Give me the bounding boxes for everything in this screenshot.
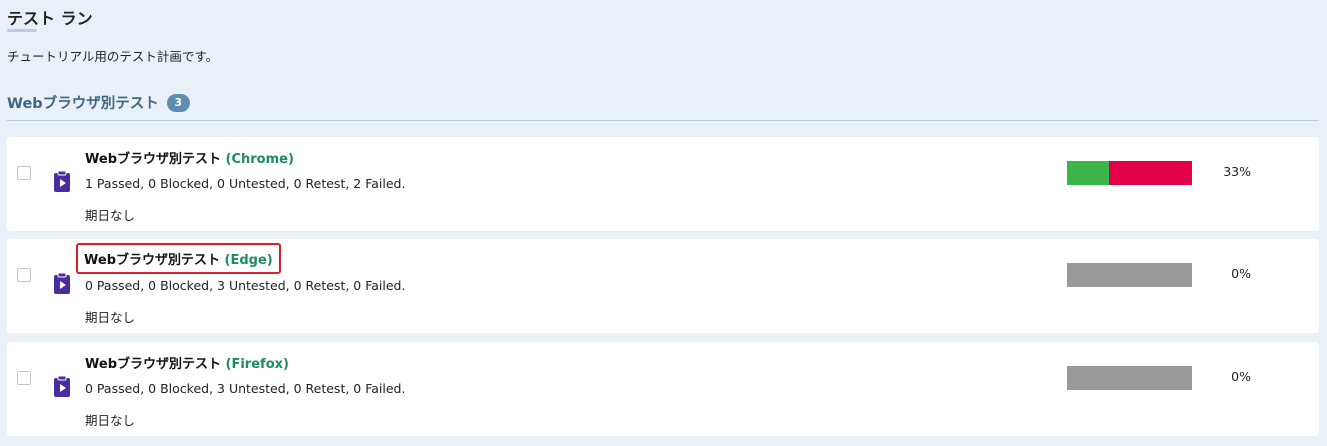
page-title: テスト ラン — [7, 9, 93, 28]
progress-segment-untested — [1067, 263, 1192, 287]
run-name-prefix: Webブラウザ別テスト — [85, 357, 221, 372]
run-card: Webブラウザ別テスト (Edge) 0 Passed, 0 Blocked, … — [7, 239, 1319, 333]
progress-segment-untested — [1067, 366, 1192, 390]
progress-segment-passed — [1067, 161, 1109, 185]
run-progress-percent: 33% — [1223, 164, 1251, 179]
run-checkbox[interactable] — [17, 268, 31, 282]
run-browser: (Firefox) — [225, 357, 289, 372]
run-due-date: 期日なし — [85, 310, 136, 325]
run-progress-percent: 0% — [1231, 266, 1251, 281]
group-divider — [7, 120, 1319, 121]
progress-segment-failed — [1108, 161, 1192, 185]
plan-description: チュートリアル用のテスト計画です。 — [7, 49, 219, 64]
run-progress-bar — [1067, 263, 1192, 287]
run-checkbox[interactable] — [17, 166, 31, 180]
run-progress-bar — [1067, 161, 1192, 185]
group-count-badge: 3 — [166, 93, 190, 112]
test-run-icon — [54, 272, 70, 294]
run-due-date: 期日なし — [85, 413, 136, 428]
run-checkbox[interactable] — [17, 371, 31, 385]
title-underline — [7, 29, 37, 32]
test-run-icon — [54, 375, 70, 397]
run-name-prefix: Webブラウザ別テスト — [85, 152, 221, 167]
test-run-icon — [54, 170, 70, 192]
run-card: Webブラウザ別テスト (Chrome) 1 Passed, 0 Blocked… — [7, 137, 1319, 231]
run-stats: 1 Passed, 0 Blocked, 0 Untested, 0 Retes… — [85, 176, 406, 191]
run-browser: (Edge) — [224, 253, 273, 268]
run-name[interactable]: Webブラウザ別テスト (Chrome) — [85, 148, 294, 167]
group-title[interactable]: Webブラウザ別テスト — [7, 92, 159, 113]
run-stats: 0 Passed, 0 Blocked, 3 Untested, 0 Retes… — [85, 278, 406, 293]
run-progress-percent: 0% — [1231, 369, 1251, 384]
run-due-date: 期日なし — [85, 208, 136, 223]
run-card: Webブラウザ別テスト (Firefox) 0 Passed, 0 Blocke… — [7, 342, 1319, 436]
run-stats: 0 Passed, 0 Blocked, 3 Untested, 0 Retes… — [85, 381, 406, 396]
run-name[interactable]: Webブラウザ別テスト (Firefox) — [85, 353, 289, 372]
run-name[interactable]: Webブラウザ別テスト (Edge) — [76, 243, 281, 274]
run-browser: (Chrome) — [225, 152, 294, 167]
run-name-prefix: Webブラウザ別テスト — [84, 253, 220, 268]
group-header: Webブラウザ別テスト 3 — [7, 92, 190, 113]
run-progress-bar — [1067, 366, 1192, 390]
